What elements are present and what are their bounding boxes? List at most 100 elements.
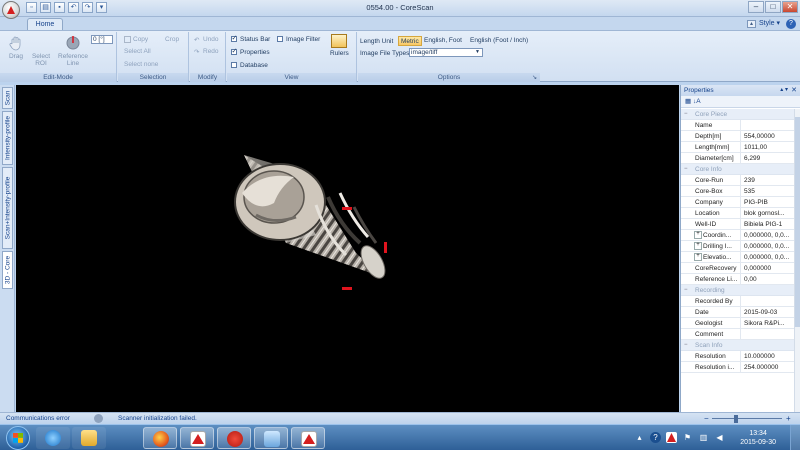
property-row[interactable]: Drilling I...0,000000, 0,0... — [681, 241, 795, 252]
property-value[interactable]: 10.000000 — [741, 351, 795, 361]
undo-button[interactable]: ↶ Undo — [194, 36, 219, 44]
property-value[interactable] — [741, 329, 795, 339]
property-row[interactable]: Recorded By — [681, 296, 795, 307]
pin-icon[interactable]: ▴ ▾ — [780, 85, 788, 96]
property-value[interactable]: 1011,00 — [741, 142, 795, 152]
app-menu-button[interactable] — [2, 1, 20, 19]
property-category[interactable]: Core Piece — [681, 109, 795, 120]
pdf-icon[interactable] — [217, 427, 251, 449]
property-value[interactable]: 2015-09-03 — [741, 307, 795, 317]
minimize-button[interactable]: – — [748, 1, 764, 13]
property-value[interactable]: 535 — [741, 186, 795, 196]
start-button[interactable] — [6, 426, 30, 450]
show-desktop-button[interactable] — [790, 425, 800, 450]
select-all-button[interactable]: Select All — [124, 48, 151, 55]
zoom-in-icon[interactable]: + — [786, 413, 791, 424]
property-row[interactable]: Core-Box 535 — [681, 186, 795, 197]
3d-core-viewport[interactable] — [16, 85, 679, 412]
scrollbar-thumb[interactable] — [795, 117, 800, 327]
property-row[interactable]: Coordin...0,000000, 0,0... — [681, 230, 795, 241]
copy-button[interactable]: Copy — [124, 36, 148, 43]
image-filter-checkbox[interactable]: Image Filter — [277, 36, 320, 43]
corescan-active-icon[interactable] — [291, 427, 325, 449]
options-launcher-icon[interactable]: ↘ — [532, 75, 538, 81]
firefox-icon[interactable] — [143, 427, 177, 449]
property-row[interactable]: Reference Li... 0,00 — [681, 274, 795, 285]
property-value[interactable]: 0,000000 — [741, 263, 795, 273]
properties-checkbox[interactable]: Properties — [231, 47, 270, 56]
property-value[interactable]: Sikora R&Pi... — [741, 318, 795, 328]
redo-button[interactable]: ↷ Redo — [194, 48, 219, 56]
property-row[interactable]: Name — [681, 120, 795, 131]
property-row[interactable]: Resolution i... 254.000000 — [681, 362, 795, 373]
drag-button[interactable]: Drag — [6, 35, 26, 60]
property-category[interactable]: Core Info — [681, 164, 795, 175]
property-value[interactable] — [741, 296, 795, 306]
angle-input[interactable]: 0 [°] — [91, 35, 113, 44]
property-row[interactable]: Core-Run 239 — [681, 175, 795, 186]
internet-explorer-icon[interactable] — [36, 427, 70, 449]
property-row[interactable]: Date 2015-09-03 — [681, 307, 795, 318]
property-value[interactable]: 554,00000 — [741, 131, 795, 141]
property-value[interactable]: blok gornosl... — [741, 208, 795, 218]
image-file-type-select[interactable]: image/tiff ▼ — [409, 48, 483, 57]
corescan-icon[interactable] — [180, 427, 214, 449]
crop-button[interactable]: Crop — [165, 36, 179, 43]
property-row[interactable]: Company PIG-PIB — [681, 197, 795, 208]
file-explorer-icon[interactable] — [72, 427, 106, 449]
network-status-icon[interactable]: ▥ — [698, 432, 709, 443]
unit-english-foot-inch-button[interactable]: English (Foot / Inch) — [468, 36, 530, 46]
close-button[interactable]: ✕ — [782, 1, 798, 13]
property-value[interactable]: 0,000000, 0,0... — [741, 252, 795, 262]
status-bar-checkbox[interactable]: Status Bar — [231, 34, 270, 43]
property-row[interactable]: Resolution 10.000000 — [681, 351, 795, 362]
clock[interactable]: 13:34 2015-09-30 — [740, 429, 776, 447]
zoom-out-icon[interactable]: − — [704, 413, 709, 424]
database-checkbox[interactable]: Database — [231, 62, 268, 69]
property-value[interactable]: PIG-PIB — [741, 197, 795, 207]
property-value[interactable]: 0,00 — [741, 274, 795, 284]
network-icon[interactable] — [254, 427, 288, 449]
tray-expand-icon[interactable]: ▴ — [634, 432, 645, 443]
select-none-button[interactable]: Select none — [124, 61, 158, 68]
property-row[interactable]: Depth[m] 554,00000 — [681, 131, 795, 142]
property-row[interactable]: Comment — [681, 329, 795, 340]
ribbon-minimize-icon[interactable]: ▴ — [747, 20, 756, 28]
maximize-button[interactable]: □ — [765, 1, 781, 13]
rulers-button[interactable]: Rulers — [330, 34, 349, 57]
tab-scan[interactable]: Scan — [2, 87, 13, 109]
property-value[interactable]: 254.000000 — [741, 362, 795, 372]
flag-icon[interactable]: ⚑ — [682, 432, 693, 443]
property-value[interactable]: 0,000000, 0,0... — [741, 230, 795, 240]
tab-scan-intensity-profile[interactable]: Scan+Intensity-profile — [2, 167, 13, 249]
select-roi-button[interactable]: Select ROI — [31, 35, 51, 67]
property-row[interactable]: Well-ID Bibiela PIG-1 — [681, 219, 795, 230]
volume-icon[interactable]: ◀ — [714, 432, 725, 443]
property-value[interactable] — [741, 120, 795, 130]
properties-scrollbar[interactable] — [794, 109, 800, 412]
zoom-knob[interactable] — [734, 415, 738, 423]
help-tray-icon[interactable]: ? — [650, 432, 661, 443]
properties-close-icon[interactable]: ✕ — [791, 85, 797, 96]
property-category[interactable]: Scan Info — [681, 340, 795, 351]
property-value[interactable]: 0,000000, 0,0... — [741, 241, 795, 251]
corescan-tray-icon[interactable] — [666, 432, 677, 443]
property-row[interactable]: Diameter[cm] 6,299 — [681, 153, 795, 164]
style-menu[interactable]: Style ▾ — [759, 19, 780, 27]
property-row[interactable]: Location blok gornosl... — [681, 208, 795, 219]
property-value[interactable]: 6,299 — [741, 153, 795, 163]
property-value[interactable]: 239 — [741, 175, 795, 185]
property-row[interactable]: Geologist Sikora R&Pi... — [681, 318, 795, 329]
unit-english-foot-button[interactable]: English, Foot — [422, 36, 464, 46]
property-value[interactable]: Bibiela PIG-1 — [741, 219, 795, 229]
property-row[interactable]: Length[mm] 1011,00 — [681, 142, 795, 153]
property-category[interactable]: Recording — [681, 285, 795, 296]
sort-icons[interactable]: ▦ ↓A — [685, 98, 701, 105]
property-row[interactable]: Elevatio...0,000000, 0,0... — [681, 252, 795, 263]
zoom-slider[interactable]: − + — [704, 413, 792, 424]
unit-metric-button[interactable]: Metric — [398, 36, 422, 46]
property-row[interactable]: CoreRecovery 0,000000 — [681, 263, 795, 274]
tab-intensity-profile[interactable]: Intensity-profile — [2, 111, 13, 165]
tab-3d-core[interactable]: 3D - Core — [2, 251, 13, 289]
help-button[interactable]: ? — [786, 19, 796, 29]
